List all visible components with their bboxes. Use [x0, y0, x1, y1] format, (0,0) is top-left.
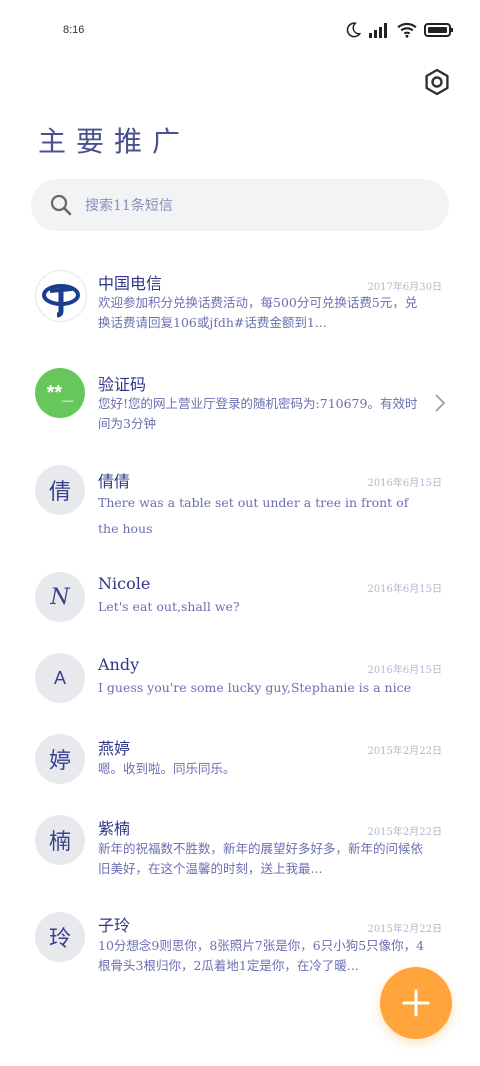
avatar: 婷 — [35, 734, 85, 784]
wifi-icon — [397, 22, 417, 38]
conversation-date: 2015年2月22日 — [367, 924, 442, 935]
conversation-name: 中国电信 — [98, 274, 163, 293]
conversation-snippet: 10分想念9则思你，8张照片7张是你，6只小狗5只像你，4根骨头3根归你，2瓜着… — [98, 938, 425, 973]
conversation-name: 倩倩 — [98, 472, 131, 491]
conversation-name: Andy — [98, 655, 140, 674]
avatar: A — [35, 653, 85, 703]
conversation-date: 2017年6月30日 — [367, 282, 442, 293]
status-icons — [344, 21, 454, 39]
conversation-item[interactable]: 楠 紫楠 2015年2月22日 新年的祝福数不胜数，新年的展望好多好多，新年的问… — [0, 813, 480, 908]
search-icon — [50, 194, 72, 216]
conversation-item[interactable]: 中国电信 2017年6月30日 欢迎参加积分兑换话费活动，每500分可兑换话费5… — [0, 260, 480, 355]
conversation-item[interactable]: 婷 燕婷 2015年2月22日 嗯。收到啦。同乐同乐。 — [0, 730, 480, 806]
battery-icon — [424, 23, 453, 37]
conversation-date: 2015年2月22日 — [367, 827, 442, 838]
chevron-right-icon[interactable] — [434, 393, 446, 413]
new-message-button[interactable] — [380, 967, 452, 1039]
telecom-logo-avatar — [35, 270, 87, 322]
settings-button[interactable] — [420, 65, 454, 99]
conversation-date: 2016年6月15日 — [367, 478, 442, 489]
conversation-snippet: 新年的祝福数不胜数，新年的展望好多好多，新年的问候依旧美好，在这个温馨的时刻，送… — [98, 841, 424, 876]
conversation-item[interactable]: A Andy 2016年6月15日 I guess you're some lu… — [0, 649, 480, 725]
conversation-date: 2016年6月15日 — [367, 665, 442, 676]
conversation-item[interactable]: **_ 验证码 您好!您的网上营业厅登录的随机密码为:710679。有效时间为3… — [0, 363, 480, 453]
page-title: 主要推广 — [38, 125, 191, 158]
conversation-date: 2016年6月15日 — [367, 584, 442, 595]
conversation-snippet: Let's eat out,shall we? — [98, 599, 240, 614]
conversation-item[interactable]: N Nicole 2016年6月15日 Let's eat out,shall … — [0, 568, 480, 644]
conversation-snippet: There was a table set out under a tree i… — [98, 495, 409, 536]
search-bar[interactable]: 搜索11条短信 — [31, 179, 449, 231]
conversation-date: 2015年2月22日 — [367, 746, 442, 757]
conversation-name: Nicole — [98, 574, 151, 593]
gear-icon — [425, 68, 449, 96]
conversation-name: 验证码 — [98, 375, 147, 394]
conversation-snippet: 欢迎参加积分兑换话费活动，每500分可兑换话费5元，兑换话费请回复106或jfd… — [98, 295, 418, 330]
conversation-snippet: 您好!您的网上营业厅登录的随机密码为:710679。有效时间为3分钟 — [98, 396, 418, 431]
avatar: 玲 — [35, 912, 85, 962]
avatar: **_ — [35, 368, 85, 418]
plus-icon — [402, 989, 430, 1017]
status-time: 8:16 — [63, 24, 85, 36]
signal-icon — [369, 23, 387, 38]
conversation-item[interactable]: 倩 倩倩 2016年6月15日 There was a table set ou… — [0, 460, 480, 560]
avatar: N — [35, 572, 85, 622]
conversation-name: 子玲 — [98, 916, 131, 935]
conversation-snippet: I guess you're some lucky guy,Stephanie … — [98, 680, 412, 695]
search-placeholder: 搜索11条短信 — [85, 198, 173, 214]
conversation-name: 燕婷 — [98, 739, 131, 758]
avatar: 楠 — [35, 815, 85, 865]
conversation-name: 紫楠 — [98, 819, 131, 838]
status-bar: 8:16 — [0, 0, 480, 64]
telecom-logo-icon — [42, 284, 80, 318]
avatar: 倩 — [35, 465, 85, 515]
moon-icon — [346, 22, 362, 38]
conversation-snippet: 嗯。收到啦。同乐同乐。 — [98, 761, 236, 776]
